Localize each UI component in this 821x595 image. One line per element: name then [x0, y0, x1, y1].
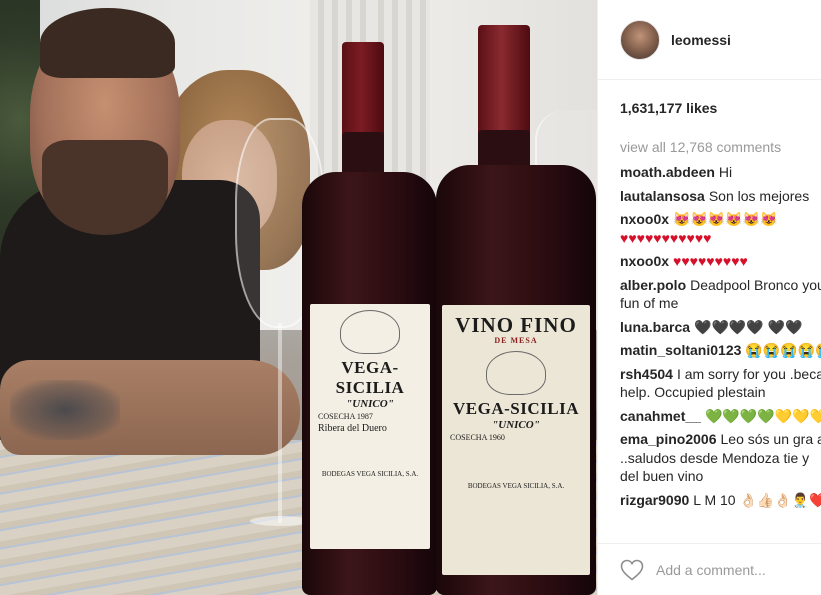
wine-bottle-1960: VINO FINO DE MESA VEGA-SICILIA "UNICO" C…: [436, 25, 596, 595]
avatar[interactable]: [620, 19, 660, 60]
comment-item: alber.polo Deadpool Bronco you fun of me: [620, 276, 821, 313]
wine-bottle-1987: VEGA-SICILIA "UNICO" COSECHA 1987 Ribera…: [302, 42, 437, 595]
bottle-capsule: [478, 25, 530, 135]
likes-count[interactable]: 1,631,177 likes: [620, 100, 717, 116]
view-all-comments-link[interactable]: view all 12,768 comments: [620, 139, 781, 155]
comment-item: matin_soltani0123😭😭😭😭😭: [620, 341, 821, 360]
label-title: VINO FINO: [455, 313, 577, 337]
add-comment-bar: [598, 543, 821, 595]
comment-username[interactable]: alber.polo: [620, 277, 686, 293]
comment-text: 😭😭😭😭😭: [745, 342, 821, 358]
comment-item: rizgar9090L M 10 👌🏻👍🏻👌🏻👨‍⚕️❤️😘: [620, 491, 821, 510]
comment-username[interactable]: rsh4504: [620, 366, 673, 382]
comment-username[interactable]: moath.abdeen: [620, 164, 715, 180]
comment-username[interactable]: canahmet__: [620, 408, 701, 424]
comment-username[interactable]: lautalansosa: [620, 188, 705, 204]
comment-item: ema_pino2006 Leo sós un gra a. ..saludos …: [620, 430, 821, 486]
crest-icon: [340, 310, 400, 354]
label-cosecha: COSECHA 1987: [318, 412, 373, 421]
comment-username[interactable]: matin_soltani0123: [620, 342, 741, 358]
comment-item: luna.barca 🖤🖤🖤🖤 🖤🖤: [620, 318, 821, 337]
comment-text: 💚💚💚💚💛💛💛💙: [704, 407, 821, 424]
comment-username[interactable]: nxoo0x: [620, 253, 669, 269]
label-producer: BODEGAS VEGA SICILIA, S.A.: [467, 482, 565, 490]
comment-text: L M 10 👌🏻👍🏻👌🏻👨‍⚕️❤️😘: [693, 491, 821, 508]
username-link[interactable]: leomessi: [671, 32, 731, 48]
man-beard: [42, 140, 168, 235]
bottle-label: VINO FINO DE MESA VEGA-SICILIA "UNICO" C…: [442, 305, 590, 575]
post-side-panel: leomessi 1,631,177 likes view all 12,768…: [597, 0, 821, 595]
label-producer: BODEGAS VEGA SICILIA, S.A.: [321, 470, 419, 478]
label-brand: VEGA-SICILIA: [453, 399, 579, 418]
label-subtitle: DE MESA: [494, 336, 538, 345]
post-header: leomessi: [598, 0, 821, 80]
label-brand: VEGA-SICILIA: [335, 358, 405, 397]
label-cosecha: COSECHA 1960: [450, 433, 505, 442]
comments-list: moath.abdeen Hi lautalansosa Son los mejor…: [620, 163, 821, 514]
comment-username[interactable]: ema_pino2006: [620, 431, 717, 447]
heart-outline-icon[interactable]: [620, 559, 644, 581]
post-photo[interactable]: VEGA-SICILIA "UNICO" COSECHA 1987 Ribera…: [0, 0, 597, 595]
comment-text: ♥♥♥♥♥♥♥♥♥: [673, 253, 748, 269]
comment-item: lautalansosa Son los mejores: [620, 187, 821, 206]
comment-item: nxoo0x 😻😻😻😻😻😻 ♥♥♥♥♥♥♥♥♥♥♥: [620, 210, 821, 247]
arm-tattoo: [10, 380, 120, 440]
comment-username[interactable]: nxoo0x: [620, 211, 669, 227]
label-region: Ribera del Duero: [318, 423, 387, 434]
bottle-label: VEGA-SICILIA "UNICO" COSECHA 1987 Ribera…: [310, 304, 430, 549]
label-unico: "UNICO": [346, 398, 394, 410]
bottle-capsule: [342, 42, 384, 137]
add-comment-input[interactable]: [656, 561, 821, 578]
man-hair: [40, 8, 175, 78]
comment-item: moath.abdeen Hi: [620, 163, 821, 182]
comment-item: rsh4504 I am sorry for you .beca help. Oc…: [620, 365, 821, 402]
comment-text: Hi: [718, 164, 733, 180]
comment-text: 🖤🖤🖤🖤 🖤🖤: [694, 318, 803, 335]
label-unico: "UNICO": [492, 419, 540, 431]
comment-item: nxoo0x ♥♥♥♥♥♥♥♥♥: [620, 252, 821, 271]
comment-text: Son los mejores: [708, 187, 810, 204]
comment-username[interactable]: rizgar9090: [620, 492, 689, 508]
comment-username[interactable]: luna.barca: [620, 319, 690, 335]
comment-item: canahmet__💚💚💚💚💛💛💛💙: [620, 407, 821, 426]
crest-icon: [486, 351, 546, 395]
